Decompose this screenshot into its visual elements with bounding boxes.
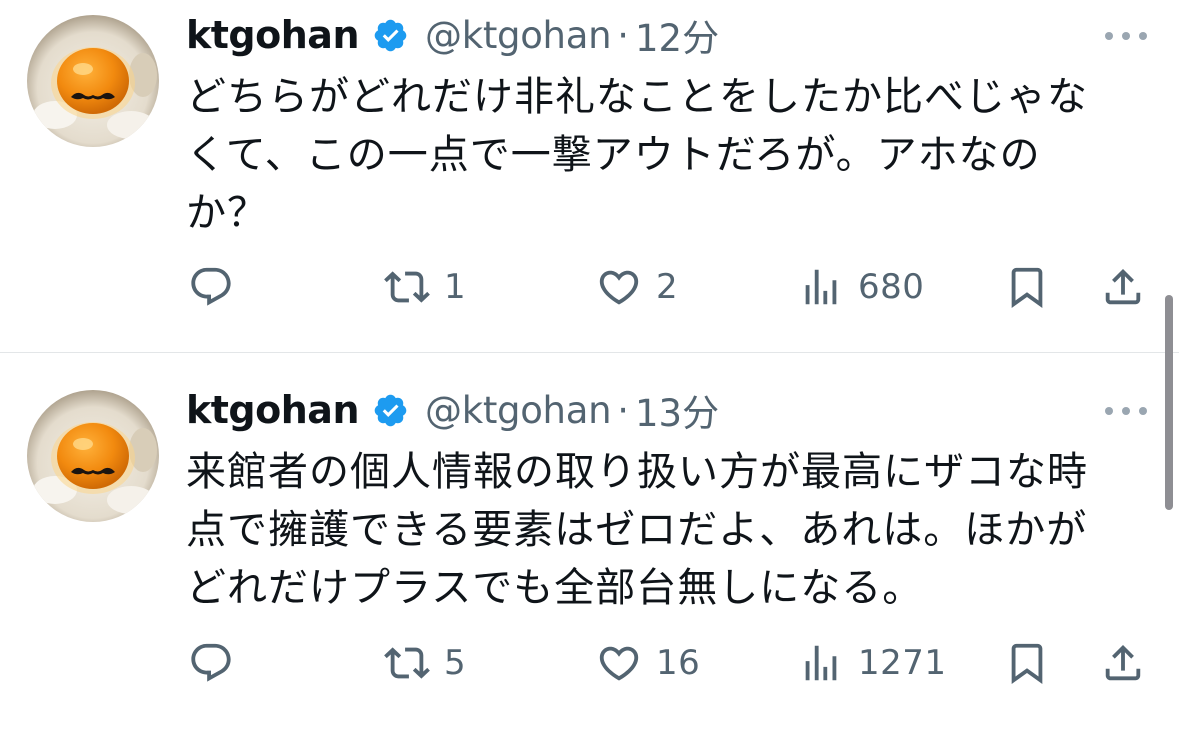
- view-count: 1271: [858, 643, 947, 683]
- share-button[interactable]: [1100, 263, 1146, 311]
- reply-button[interactable]: [188, 263, 248, 311]
- share-button[interactable]: [1100, 639, 1146, 687]
- timestamp[interactable]: 12分: [635, 8, 719, 62]
- reply-icon: [188, 264, 234, 310]
- separator: ·: [617, 13, 629, 57]
- tweet-text: 来館者の個人情報の取り扱い方が最高にザコな時 点で擁護できる要素はゼロだよ、あれ…: [186, 449, 1088, 611]
- avatar[interactable]: [27, 390, 159, 522]
- avatar[interactable]: [27, 15, 159, 147]
- tweet[interactable]: ktgohan @ktgohan · 12分 どちらがどれだけ非礼なことをしたか…: [0, 0, 1179, 352]
- bookmark-icon: [1004, 640, 1050, 686]
- bookmark-button[interactable]: [1004, 263, 1050, 311]
- views-icon: [798, 264, 844, 310]
- action-bar: 5 16 1271: [186, 639, 1146, 687]
- tweet[interactable]: ktgohan @ktgohan · 13分 来館者の個人情報の取り扱い方が最高…: [0, 353, 1179, 732]
- retweet-count: 5: [444, 643, 467, 683]
- like-button[interactable]: 16: [596, 639, 700, 687]
- user-handle[interactable]: @ktgohan: [425, 389, 612, 432]
- heart-icon: [596, 640, 642, 686]
- like-count: 16: [656, 643, 701, 683]
- avatar-image: [27, 390, 159, 522]
- views-icon: [798, 640, 844, 686]
- more-dots-icon[interactable]: [1105, 405, 1147, 417]
- views-button[interactable]: 680: [798, 263, 924, 311]
- retweet-button[interactable]: 5: [384, 639, 466, 687]
- separator: ·: [617, 388, 629, 432]
- share-icon: [1100, 264, 1146, 310]
- like-count: 2: [656, 267, 679, 307]
- like-button[interactable]: 2: [596, 263, 678, 311]
- views-button[interactable]: 1271: [798, 639, 947, 687]
- retweet-button[interactable]: 1: [384, 263, 466, 311]
- display-name[interactable]: ktgohan: [186, 13, 360, 57]
- bookmark-icon: [1004, 264, 1050, 310]
- reply-icon: [188, 640, 234, 686]
- bookmark-button[interactable]: [1004, 639, 1050, 687]
- display-name[interactable]: ktgohan: [186, 388, 360, 432]
- user-handle[interactable]: @ktgohan: [425, 14, 612, 57]
- view-count: 680: [858, 267, 925, 307]
- reply-button[interactable]: [188, 639, 248, 687]
- tweet-header: ktgohan @ktgohan · 13分: [186, 383, 719, 437]
- tweet-header: ktgohan @ktgohan · 12分: [186, 8, 719, 62]
- verified-badge-icon: [372, 17, 409, 54]
- avatar-image: [27, 15, 159, 147]
- timestamp[interactable]: 13分: [635, 383, 719, 437]
- scrollbar[interactable]: [1165, 295, 1173, 510]
- retweet-icon: [384, 264, 430, 310]
- retweet-count: 1: [444, 267, 467, 307]
- tweet-text: どちらがどれだけ非礼なことをしたか比べじゃな くて、この一点で一撃アウトだろが。…: [186, 74, 1088, 236]
- retweet-icon: [384, 640, 430, 686]
- action-bar: 1 2 680: [186, 263, 1146, 311]
- more-dots-icon[interactable]: [1105, 30, 1147, 42]
- verified-badge-icon: [372, 392, 409, 429]
- share-icon: [1100, 640, 1146, 686]
- heart-icon: [596, 264, 642, 310]
